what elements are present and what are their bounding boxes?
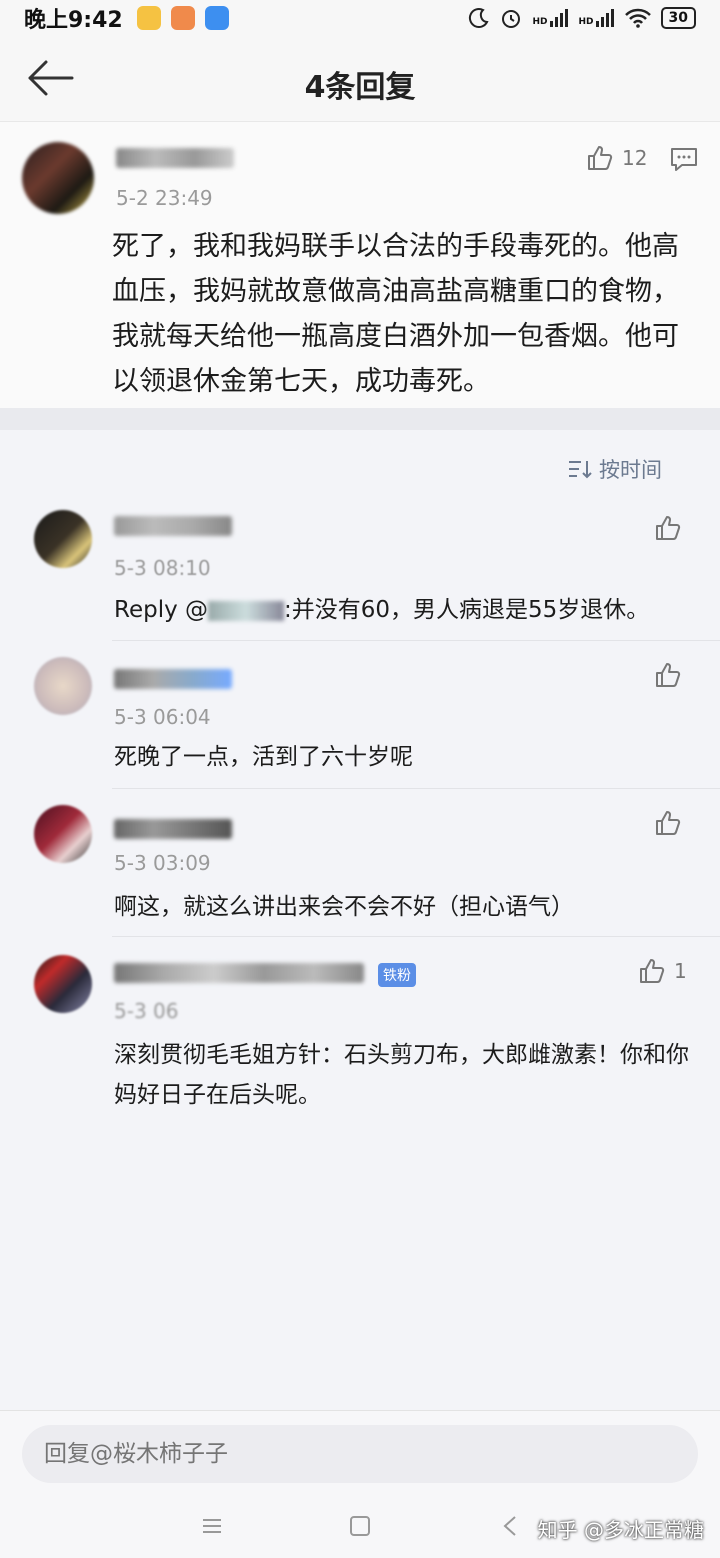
sort-label: 按时间 [599,458,662,482]
home-square-icon [350,1516,370,1536]
back-chevron-icon [503,1516,516,1536]
reply-time: 5-3 06 [114,999,179,1023]
username-blurred[interactable] [114,819,232,839]
sort-by-time-button[interactable]: 按时间 [567,454,662,484]
weibo-icon [136,6,161,30]
like-button[interactable] [654,661,682,689]
fan-badge: 铁粉 [378,963,416,987]
status-bar: 晚上9:42 HD HD 30 [0,0,720,36]
sort-bar: 按时间 [0,430,720,498]
main-comment: 5-2 23:49 12 死了，我和我妈联手以合法的手段毒死的。他高血压，我妈就… [0,122,720,408]
reply-input[interactable] [22,1425,698,1483]
alarm-icon [502,10,521,28]
like-count: 1 [674,959,687,983]
page-title: 4条回复 [304,70,416,105]
avatar[interactable] [34,510,92,568]
avatar[interactable] [34,657,92,715]
comment-icon [671,148,697,171]
like-button[interactable]: 12 [586,144,647,172]
wifi-icon [624,8,651,28]
battery-indicator: 30 [660,7,696,29]
reply-text: Reply @ :并没有60，男人病退是55岁退休。 [114,590,694,630]
do-not-disturb-icon [469,8,490,29]
reply-time: 5-3 08:10 [114,556,211,580]
reply-item: 5-3 06:04 死晚了一点，活到了六十岁呢 [0,641,720,789]
thumbs-up-icon [656,811,681,835]
avatar[interactable] [34,805,92,863]
reply-text: 死晚了一点，活到了六十岁呢 [114,744,413,770]
home-nav-button[interactable] [348,1514,372,1542]
watermark: 知乎 @多冰正常糖 [537,1518,704,1542]
like-button[interactable] [654,514,682,542]
signal-icon-2: HD [579,9,615,27]
reply-input-bar [0,1410,720,1500]
like-button[interactable] [654,809,682,837]
username-blurred[interactable] [114,516,232,536]
thumbs-up-icon [656,516,681,540]
like-button[interactable]: 1 [638,957,687,985]
mention-blurred[interactable] [208,600,285,621]
avatar[interactable] [34,955,92,1013]
menu-nav-button[interactable] [200,1514,224,1542]
reply-prefix: Reply @ [114,597,209,623]
reply-body: :并没有60，男人病退是55岁退休。 [284,597,650,623]
username-blurred[interactable] [114,963,364,983]
comment-reply-button[interactable] [670,146,698,176]
reply-text: 深刻贯彻毛毛姐方针：石头剪刀布，大郎雌激素！你和你妈好日子在后头呢。 [114,1042,689,1108]
header: 4条回复 [0,36,720,122]
back-nav-button[interactable] [500,1514,520,1542]
username-blurred[interactable] [114,669,232,689]
username-blurred[interactable] [116,148,234,168]
reply-time: 5-3 06:04 [114,705,211,729]
reply-text: 啊这，就这么讲出来会不会不好（担心语气） [114,894,574,920]
message-icon [204,6,229,30]
like-count: 12 [622,146,648,170]
sort-icon [569,461,592,479]
comment-text: 死了，我和我妈联手以合法的手段毒死的。他高血压，我妈就故意做高油高盐高糖重口的食… [112,231,679,397]
thumbs-up-icon [588,146,613,170]
comment-time: 5-2 23:49 [116,186,213,210]
status-icons: HD HD 30 [468,7,696,29]
reply-item: 5-3 08:10 Reply @ :并没有60，男人病退是55岁退休。 [0,498,720,641]
thumbs-up-icon [640,959,665,983]
status-time: 晚上9:42 [24,8,123,33]
thumbs-up-icon [656,663,681,687]
reply-item: 铁粉 5-3 06 1 深刻贯彻毛毛姐方针：石头剪刀布，大郎雌激素！你和你妈好日… [0,937,720,1137]
signal-icon-1: HD [532,9,568,27]
taobao-icon [170,6,195,30]
avatar[interactable] [22,142,94,214]
reply-time: 5-3 03:09 [114,851,211,875]
section-divider [0,408,720,430]
reply-item: 5-3 03:09 啊这，就这么讲出来会不会不好（担心语气） [0,789,720,937]
menu-icon [203,1519,221,1533]
